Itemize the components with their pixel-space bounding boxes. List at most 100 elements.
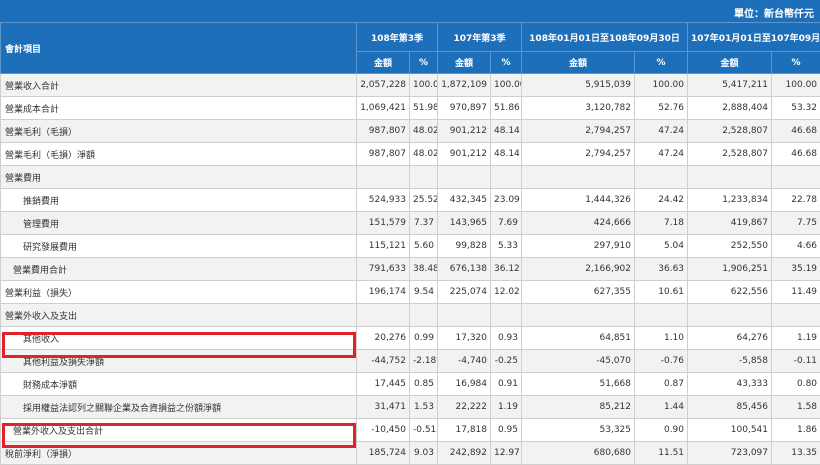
table-row: 營業費用 [1, 166, 820, 189]
percent-cell: 48.14 [491, 143, 522, 166]
amount-cell: 225,074 [438, 281, 491, 304]
amount-cell: 432,345 [438, 189, 491, 212]
percent-cell: 25.52 [410, 189, 438, 212]
amount-cell: -10,450 [357, 419, 410, 442]
amount-cell: 1,233,834 [688, 189, 772, 212]
amount-cell: 85,456 [688, 396, 772, 419]
percent-cell: 52.76 [635, 97, 688, 120]
percent-cell: 36.63 [635, 258, 688, 281]
percent-cell: -0.76 [635, 350, 688, 373]
table-row: 推銷費用524,93325.52432,34523.091,444,32624.… [1, 189, 820, 212]
account-label: 財務成本淨額 [1, 373, 357, 396]
amount-cell [688, 304, 772, 327]
amount-cell: 51,668 [522, 373, 635, 396]
percent-cell: 0.91 [491, 373, 522, 396]
table-row: 其他利益及損失淨額-44,752-2.18-4,740-0.25-45,070-… [1, 350, 820, 373]
percent-cell [772, 166, 820, 189]
amount-cell: 680,680 [522, 442, 635, 465]
percent-cell: 7.75 [772, 212, 820, 235]
amount-cell: -45,070 [522, 350, 635, 373]
amount-cell: 17,445 [357, 373, 410, 396]
amount-cell: 622,556 [688, 281, 772, 304]
amount-cell: 64,276 [688, 327, 772, 350]
amount-cell: -4,740 [438, 350, 491, 373]
percent-cell: 38.48 [410, 258, 438, 281]
percent-cell [772, 304, 820, 327]
amount-cell: 185,724 [357, 442, 410, 465]
amount-cell: 424,666 [522, 212, 635, 235]
period-header-row: 會計項目 108年第3季 107年第3季 108年01月01日至108年09月3… [1, 23, 820, 52]
percent-cell: 9.03 [410, 442, 438, 465]
percent-cell: 10.61 [635, 281, 688, 304]
amount-cell [522, 166, 635, 189]
table-row: 營業外收入及支出合計-10,450-0.5117,8180.9553,3250.… [1, 419, 820, 442]
amount-cell: 2,166,902 [522, 258, 635, 281]
percent-cell: 1.53 [410, 396, 438, 419]
percent-cell: 22.78 [772, 189, 820, 212]
percent-cell: -0.25 [491, 350, 522, 373]
percent-cell: -0.11 [772, 350, 820, 373]
percent-cell: 1.58 [772, 396, 820, 419]
amount-cell [357, 304, 410, 327]
unit-header-bar: 單位：新台幣仟元 [0, 0, 820, 22]
amount-cell: 252,550 [688, 235, 772, 258]
amount-cell: -44,752 [357, 350, 410, 373]
percent-cell: 7.37 [410, 212, 438, 235]
amount-cell: 723,097 [688, 442, 772, 465]
percent-cell: 5.60 [410, 235, 438, 258]
account-label: 營業外收入及支出合計 [1, 419, 357, 442]
percent-cell: 1.44 [635, 396, 688, 419]
amount-cell: 2,528,807 [688, 120, 772, 143]
percent-cell [410, 304, 438, 327]
percent-cell: 12.97 [491, 442, 522, 465]
account-label: 其他利益及損失淨額 [1, 350, 357, 373]
percent-header: % [772, 52, 820, 74]
amount-cell: 31,471 [357, 396, 410, 419]
table-row: 營業毛利（毛損）淨額987,80748.02901,21248.142,794,… [1, 143, 820, 166]
amount-cell: 99,828 [438, 235, 491, 258]
amount-cell: 419,867 [688, 212, 772, 235]
table-row: 研究發展費用115,1215.6099,8285.33297,9105.0425… [1, 235, 820, 258]
percent-cell: 0.87 [635, 373, 688, 396]
amount-cell [357, 166, 410, 189]
percent-header: % [410, 52, 438, 74]
amount-cell: 524,933 [357, 189, 410, 212]
percent-cell: 100.00 [772, 74, 820, 97]
percent-cell: 51.86 [491, 97, 522, 120]
table-row: 管理費用151,5797.37143,9657.69424,6667.18419… [1, 212, 820, 235]
amount-cell: 22,222 [438, 396, 491, 419]
percent-cell: 4.66 [772, 235, 820, 258]
percent-cell [491, 166, 522, 189]
period-header-q3-108: 108年第3季 [357, 23, 438, 52]
table-row: 稅前淨利（淨損）185,7249.03242,89212.97680,68011… [1, 442, 820, 465]
amount-cell: 627,355 [522, 281, 635, 304]
percent-cell: 1.19 [772, 327, 820, 350]
amount-cell: 143,965 [438, 212, 491, 235]
percent-cell: 35.19 [772, 258, 820, 281]
amount-cell: 987,807 [357, 120, 410, 143]
account-item-header: 會計項目 [1, 23, 357, 74]
amount-cell: 901,212 [438, 143, 491, 166]
amount-header: 金額 [357, 52, 410, 74]
amount-cell: 297,910 [522, 235, 635, 258]
percent-cell: -0.51 [410, 419, 438, 442]
amount-cell [438, 304, 491, 327]
amount-cell: 100,541 [688, 419, 772, 442]
account-label: 營業成本合計 [1, 97, 357, 120]
unit-label: 單位：新台幣仟元 [734, 5, 814, 20]
amount-cell: 2,794,257 [522, 143, 635, 166]
amount-cell: 115,121 [357, 235, 410, 258]
percent-cell: 0.93 [491, 327, 522, 350]
amount-cell: 64,851 [522, 327, 635, 350]
amount-cell: -5,858 [688, 350, 772, 373]
percent-cell: 100.00 [635, 74, 688, 97]
amount-cell: 17,320 [438, 327, 491, 350]
percent-cell: 5.04 [635, 235, 688, 258]
percent-cell: 46.68 [772, 120, 820, 143]
account-label: 推銷費用 [1, 189, 357, 212]
period-header-q3-107: 107年第3季 [438, 23, 522, 52]
table-row: 營業利益（損失）196,1749.54225,07412.02627,35510… [1, 281, 820, 304]
percent-cell: 0.99 [410, 327, 438, 350]
percent-cell: 48.02 [410, 143, 438, 166]
percent-cell: -2.18 [410, 350, 438, 373]
